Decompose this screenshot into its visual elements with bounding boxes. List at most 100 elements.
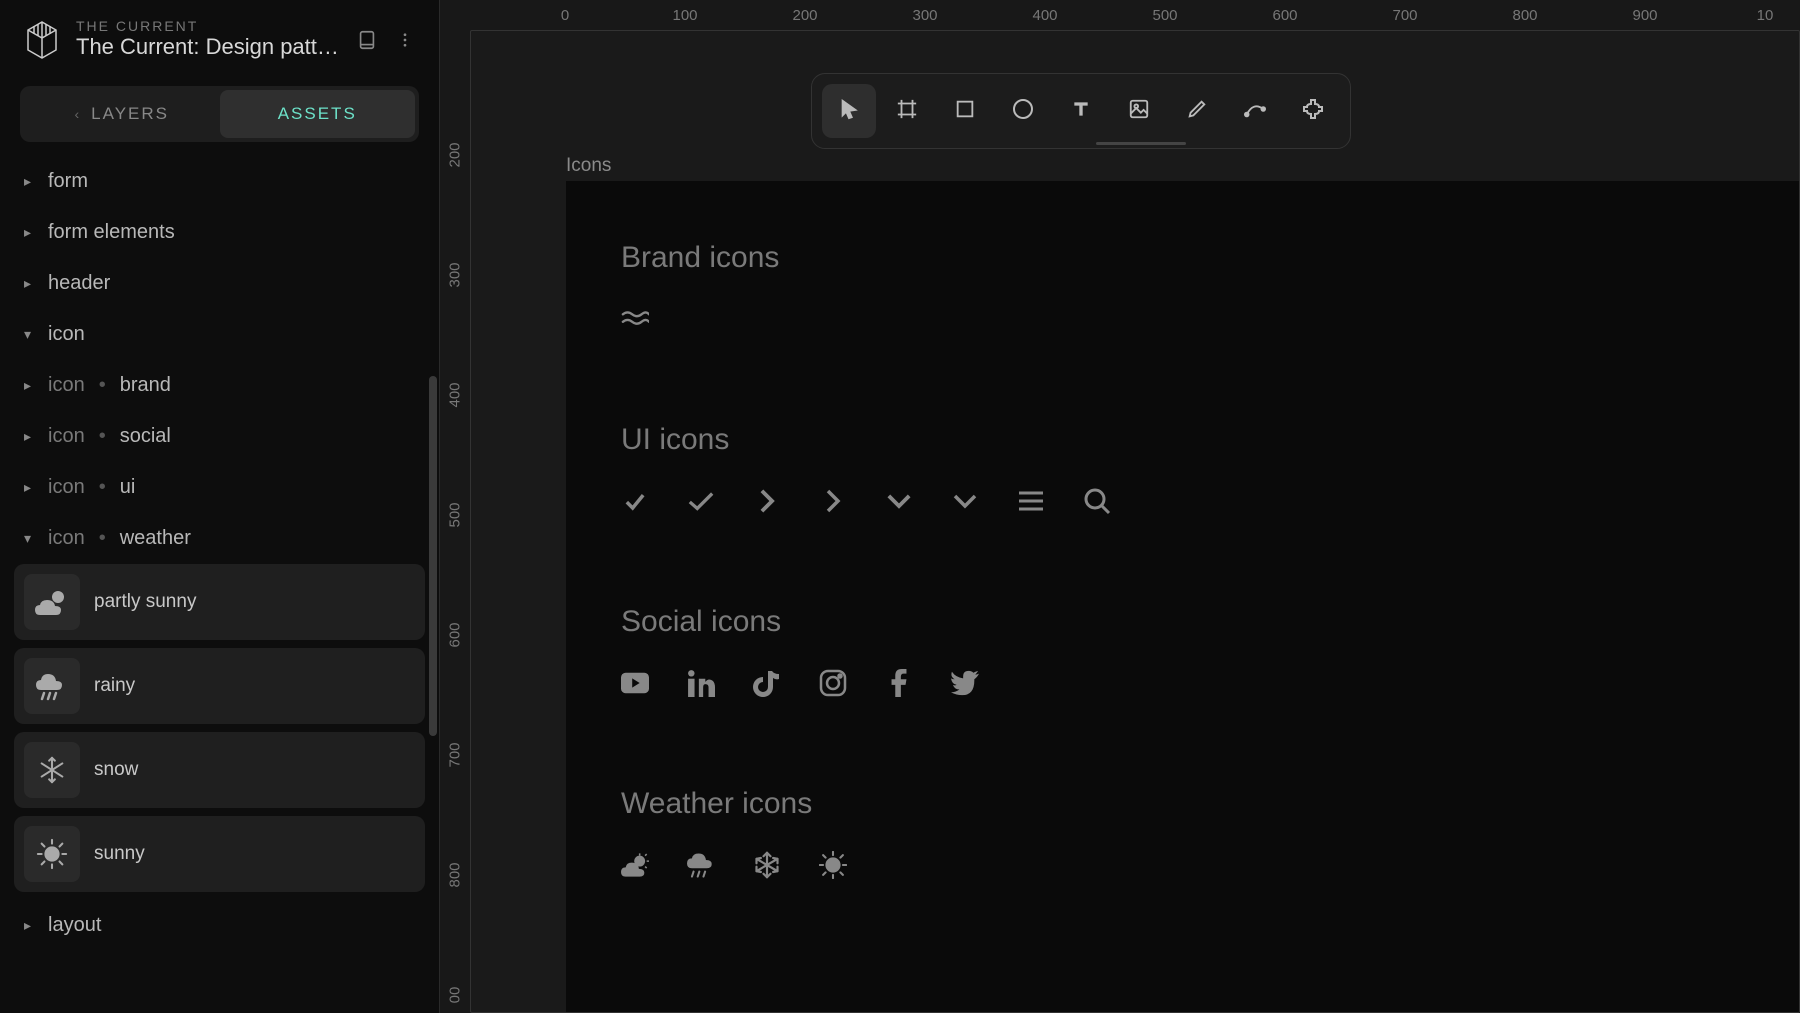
ruler-tick: 400 bbox=[447, 382, 464, 407]
asset-partly-sunny[interactable]: partly sunny bbox=[14, 564, 425, 640]
chevron-down-icon: ▾ bbox=[24, 326, 38, 343]
tool-select[interactable] bbox=[822, 84, 876, 138]
partly-sunny-icon[interactable] bbox=[621, 851, 649, 884]
artboard-icons[interactable]: Brand icons UI icons bbox=[566, 181, 1799, 1012]
snow-icon[interactable] bbox=[753, 851, 781, 884]
book-icon[interactable] bbox=[353, 26, 381, 54]
asset-tree[interactable]: ▸ form ▸form elements▸header ▾ icon ▸icon•bra… bbox=[0, 156, 439, 1013]
wave-icon[interactable] bbox=[621, 305, 649, 338]
tool-frame[interactable] bbox=[880, 84, 934, 138]
tool-ellipse[interactable] bbox=[996, 84, 1050, 138]
sidebar-header: THE CURRENT The Current: Design patt… bbox=[0, 0, 439, 76]
ruler-tick: 800 bbox=[1512, 7, 1537, 24]
plugin-icon bbox=[1301, 97, 1325, 126]
page-title[interactable]: The Current: Design patt… bbox=[76, 34, 341, 60]
tool-plugin[interactable] bbox=[1286, 84, 1340, 138]
asset-snow[interactable]: snow bbox=[14, 732, 425, 808]
tree-group-weather[interactable]: ▾icon•weather bbox=[14, 513, 425, 564]
tab-layers[interactable]: ‹ LAYERS bbox=[24, 90, 220, 138]
sunny-thumb-icon bbox=[24, 826, 80, 882]
ruler-tick: 300 bbox=[912, 7, 937, 24]
ui-icon-row bbox=[621, 487, 1744, 520]
chevron-down-small-icon[interactable] bbox=[885, 487, 913, 520]
asset-label: rainy bbox=[94, 675, 135, 697]
ruler-tick: 100 bbox=[672, 7, 697, 24]
tab-assets[interactable]: ASSETS bbox=[220, 90, 416, 138]
ellipse-icon bbox=[1011, 97, 1035, 126]
chevron-right-large-icon[interactable] bbox=[819, 487, 847, 520]
facebook-icon[interactable] bbox=[885, 669, 913, 702]
brand-icon-row bbox=[621, 305, 1744, 338]
sidebar: THE CURRENT The Current: Design patt… ‹ bbox=[0, 0, 440, 1013]
youtube-icon[interactable] bbox=[621, 669, 649, 702]
twitter-icon[interactable] bbox=[951, 669, 979, 702]
tool-rectangle[interactable] bbox=[938, 84, 992, 138]
rainy-thumb-icon bbox=[24, 658, 80, 714]
instagram-icon[interactable] bbox=[819, 669, 847, 702]
ruler-tick: 800 bbox=[447, 862, 464, 887]
linkedin-icon[interactable] bbox=[687, 669, 715, 702]
search-icon[interactable] bbox=[1083, 487, 1111, 520]
canvas-area[interactable]: 010020030040050060070080090010 200300400… bbox=[440, 0, 1800, 1013]
check-small-icon[interactable] bbox=[621, 487, 649, 520]
chevron-down-large-icon[interactable] bbox=[951, 487, 979, 520]
check-large-icon[interactable] bbox=[687, 487, 715, 520]
chevron-right-icon: ▸ bbox=[24, 479, 38, 496]
sunny-icon[interactable] bbox=[819, 851, 847, 884]
breadcrumb[interactable]: THE CURRENT bbox=[76, 18, 341, 34]
tree-label: icon bbox=[48, 323, 85, 346]
chevron-right-icon: ▸ bbox=[24, 377, 38, 394]
asset-rainy[interactable]: rainy bbox=[14, 648, 425, 724]
weather-icon-row bbox=[621, 851, 1744, 884]
curve-icon bbox=[1243, 98, 1267, 125]
chevron-right-icon: ▸ bbox=[24, 173, 38, 190]
ruler-tick: 600 bbox=[447, 622, 464, 647]
tree-group-layout[interactable]: ▸ layout bbox=[14, 900, 425, 951]
more-vertical-icon[interactable] bbox=[391, 26, 419, 54]
chevron-right-small-icon[interactable] bbox=[753, 487, 781, 520]
select-icon bbox=[838, 98, 860, 125]
ruler-tick: 700 bbox=[1392, 7, 1417, 24]
toolbar-indicator bbox=[1096, 142, 1186, 145]
tool-text[interactable] bbox=[1054, 84, 1108, 138]
chevron-right-icon: ▸ bbox=[24, 917, 38, 934]
tree-group-icon[interactable]: ▾ icon bbox=[14, 309, 425, 360]
ruler-tick: 500 bbox=[1152, 7, 1177, 24]
tree-label: brand bbox=[120, 374, 171, 397]
tree-group-header[interactable]: ▸header bbox=[14, 258, 425, 309]
canvas[interactable]: Icons Brand icons UI icons bbox=[470, 30, 1800, 1013]
partly-sunny-thumb-icon bbox=[24, 574, 80, 630]
artboard-label[interactable]: Icons bbox=[566, 155, 611, 177]
section-ui-title: UI icons bbox=[621, 423, 1744, 457]
tree-group-social[interactable]: ▸icon•social bbox=[14, 411, 425, 462]
ruler-tick: 200 bbox=[447, 142, 464, 167]
asset-sunny[interactable]: sunny bbox=[14, 816, 425, 892]
app-logo-icon[interactable] bbox=[20, 18, 64, 62]
menu-icon[interactable] bbox=[1017, 487, 1045, 520]
scrollbar[interactable] bbox=[429, 376, 437, 736]
ruler-tick: 400 bbox=[1032, 7, 1057, 24]
ruler-tick: 0 bbox=[561, 7, 569, 24]
asset-label: snow bbox=[94, 759, 138, 781]
chevron-down-icon: ▾ bbox=[24, 530, 38, 547]
tree-group-form-elements[interactable]: ▸form elements bbox=[14, 207, 425, 258]
tree-label: social bbox=[120, 425, 171, 448]
tree-group-form[interactable]: ▸ form bbox=[14, 156, 425, 207]
section-social-title: Social icons bbox=[621, 605, 1744, 639]
ruler-tick: 10 bbox=[1757, 7, 1774, 24]
tool-pencil[interactable] bbox=[1170, 84, 1224, 138]
tree-group-ui[interactable]: ▸icon•ui bbox=[14, 462, 425, 513]
tool-curve[interactable] bbox=[1228, 84, 1282, 138]
ruler-tick: 300 bbox=[447, 262, 464, 287]
tiktok-icon[interactable] bbox=[753, 669, 781, 702]
tool-image[interactable] bbox=[1112, 84, 1166, 138]
tree-group-brand[interactable]: ▸icon•brand bbox=[14, 360, 425, 411]
rainy-icon[interactable] bbox=[687, 851, 715, 884]
section-weather-title: Weather icons bbox=[621, 787, 1744, 821]
pencil-icon bbox=[1186, 98, 1208, 125]
tree-label: ui bbox=[120, 476, 136, 499]
tree-label: weather bbox=[120, 527, 191, 550]
tab-assets-label: ASSETS bbox=[278, 104, 357, 124]
tree-label: layout bbox=[48, 914, 101, 937]
tree-label: form bbox=[48, 170, 88, 193]
